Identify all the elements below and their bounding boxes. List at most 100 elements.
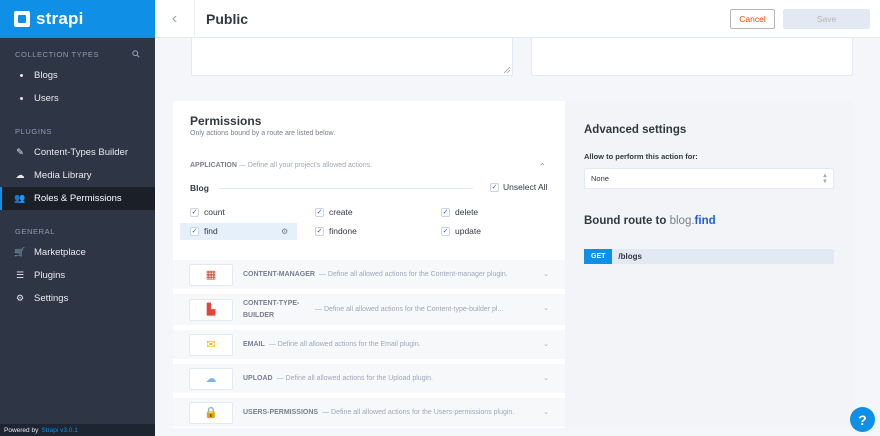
group-label: Blog bbox=[190, 183, 209, 193]
pencil-icon: ✎ bbox=[16, 147, 24, 157]
help-button[interactable]: ? bbox=[850, 407, 875, 432]
action-label: count bbox=[204, 207, 225, 217]
sidebar-item-label: Plugins bbox=[34, 270, 66, 281]
permissions-title: Permissions bbox=[190, 114, 262, 128]
permissions-subtitle: Only actions bound by a route are listed… bbox=[190, 130, 336, 137]
sidebar-item-plugins[interactable]: ☰ Plugins bbox=[0, 264, 155, 287]
action-update[interactable]: ✓ update bbox=[441, 226, 481, 236]
brand-name: strapi bbox=[36, 9, 84, 28]
action-label: findone bbox=[329, 226, 357, 236]
sidebar-item-label: Users bbox=[34, 93, 59, 104]
chevron-down-icon: ⌄ bbox=[543, 305, 549, 312]
sidebar-item-marketplace[interactable]: 🛒 Marketplace bbox=[0, 241, 155, 264]
resize-handle-icon[interactable] bbox=[504, 67, 510, 73]
action-create[interactable]: ✓ create bbox=[315, 207, 353, 217]
cancel-button[interactable]: Cancel bbox=[730, 9, 775, 29]
upload-icon: ☁ bbox=[189, 367, 233, 390]
strapi-version-link[interactable]: Strapi v3.0.1 bbox=[41, 427, 78, 434]
save-button[interactable]: Save bbox=[783, 9, 870, 29]
checkmark-icon: ✓ bbox=[190, 207, 199, 217]
powered-by-label: Powered by bbox=[4, 426, 39, 434]
list-icon: ☰ bbox=[15, 270, 25, 280]
sidebar-item-settings[interactable]: ⚙ Settings bbox=[0, 287, 155, 310]
chevron-down-icon: ⌄ bbox=[543, 341, 549, 348]
application-header[interactable]: APPLICATION — Define all your project's … bbox=[190, 162, 372, 169]
sidebar-item-blogs[interactable]: Blogs bbox=[0, 64, 155, 87]
plugins-title: PLUGINS bbox=[0, 125, 155, 137]
sidebar-item-roles-permissions[interactable]: 👥 Roles & Permissions bbox=[0, 187, 155, 210]
back-button[interactable]: ‹ bbox=[155, 0, 195, 38]
action-find[interactable]: ✓ find bbox=[190, 226, 218, 236]
plugin-name: CONTENT-MANAGER bbox=[243, 270, 315, 278]
action-label: create bbox=[329, 207, 353, 217]
general-title: GENERAL bbox=[0, 225, 155, 237]
cloud-icon: ☁ bbox=[15, 170, 25, 180]
plugin-row-email[interactable]: ✉ EMAIL — Define all allowed actions for… bbox=[173, 329, 565, 359]
plugin-row-users-permissions[interactable]: 🔒 USERS-PERMISSIONS — Define all allowed… bbox=[173, 397, 565, 427]
plugin-desc: — Define all allowed actions for the Con… bbox=[318, 271, 508, 278]
bound-route-title: Bound route to blog.find bbox=[584, 215, 716, 227]
chevron-down-icon: ⌄ bbox=[543, 375, 549, 382]
divider bbox=[218, 188, 473, 189]
unselect-all-checkbox[interactable]: ✓ Unselect All bbox=[490, 182, 547, 192]
policy-select[interactable]: None ▲ ▼ bbox=[584, 168, 834, 189]
content-type-builder-icon: ▙ bbox=[189, 298, 233, 321]
gear-icon[interactable]: ⚙ bbox=[281, 227, 288, 236]
action-label: find bbox=[204, 226, 218, 236]
plugin-row-content-manager[interactable]: ▦ CONTENT-MANAGER — Define all allowed a… bbox=[173, 259, 565, 289]
chevron-left-icon: ‹ bbox=[171, 9, 178, 27]
plugin-name: USERS-PERMISSIONS bbox=[243, 408, 319, 416]
strapi-logo-icon bbox=[14, 11, 30, 27]
bound-route-prefix: Bound route to bbox=[584, 215, 667, 227]
action-findone[interactable]: ✓ findone bbox=[315, 226, 357, 236]
search-icon[interactable] bbox=[132, 50, 140, 58]
http-method-badge: GET bbox=[584, 249, 613, 264]
plugin-name: CONTENT-TYPE-BUILDER bbox=[243, 299, 300, 319]
sidebar-item-media-library[interactable]: ☁ Media Library bbox=[0, 164, 155, 187]
content-manager-icon: ▦ bbox=[189, 263, 233, 286]
policy-value: None bbox=[591, 174, 609, 183]
sidebar-item-label: Content-Types Builder bbox=[34, 147, 128, 158]
bound-route-action: find bbox=[694, 215, 716, 227]
main-content: Permissions Only actions bound by a rout… bbox=[155, 38, 880, 436]
email-icon: ✉ bbox=[189, 333, 233, 356]
checkmark-icon: ✓ bbox=[315, 226, 324, 236]
action-label: update bbox=[455, 226, 481, 236]
bullet-icon bbox=[20, 74, 23, 77]
sidebar-item-content-types-builder[interactable]: ✎ Content-Types Builder bbox=[0, 141, 155, 164]
plugin-name: EMAIL bbox=[243, 340, 265, 348]
sidebar-item-label: Roles & Permissions bbox=[34, 193, 122, 204]
application-desc: — Define all your project's allowed acti… bbox=[238, 162, 373, 169]
sidebar-item-label: Blogs bbox=[34, 70, 58, 81]
plugin-row-content-type-builder[interactable]: ▙ CONTENT-TYPE-BUILDER — Define all allo… bbox=[173, 293, 565, 325]
plugin-row-upload[interactable]: ☁ UPLOAD — Define all allowed actions fo… bbox=[173, 363, 565, 393]
page-title: Public bbox=[206, 10, 249, 27]
action-count[interactable]: ✓ count bbox=[190, 207, 225, 217]
checkmark-icon: ✓ bbox=[490, 182, 499, 192]
sidebar-item-users[interactable]: Users bbox=[0, 87, 155, 110]
plugin-desc: — Define all allowed actions for the Use… bbox=[322, 409, 515, 416]
advanced-settings-title: Advanced settings bbox=[584, 124, 687, 136]
sidebar-item-label: Settings bbox=[34, 293, 69, 304]
route-display: GET /blogs bbox=[584, 249, 834, 264]
checkmark-icon: ✓ bbox=[190, 226, 199, 236]
sidebar: strapi COLLECTION TYPES Blogs Users PLUG… bbox=[0, 0, 155, 436]
chevron-down-icon: ⌄ bbox=[543, 271, 549, 278]
chevron-up-icon[interactable]: ⌃ bbox=[539, 162, 546, 171]
roles-panel bbox=[531, 38, 853, 76]
plugins-label: PLUGINS bbox=[15, 126, 53, 136]
bullet-icon bbox=[20, 97, 23, 100]
brand-logo[interactable]: strapi bbox=[0, 0, 155, 38]
gear-icon: ⚙ bbox=[15, 293, 25, 303]
bound-route-controller: blog. bbox=[669, 215, 695, 227]
select-arrows-icon: ▲ ▼ bbox=[822, 173, 828, 185]
checkmark-icon: ✓ bbox=[315, 207, 324, 217]
action-delete[interactable]: ✓ delete bbox=[441, 207, 478, 217]
users-icon: 👥 bbox=[14, 193, 26, 203]
action-label: delete bbox=[455, 207, 479, 217]
checkmark-icon: ✓ bbox=[441, 207, 450, 217]
collection-types-label: COLLECTION TYPES bbox=[15, 49, 100, 59]
powered-by: Powered by Strapi v3.0.1 bbox=[0, 424, 155, 436]
route-path: /blogs bbox=[618, 252, 642, 261]
description-textarea[interactable] bbox=[191, 38, 513, 76]
